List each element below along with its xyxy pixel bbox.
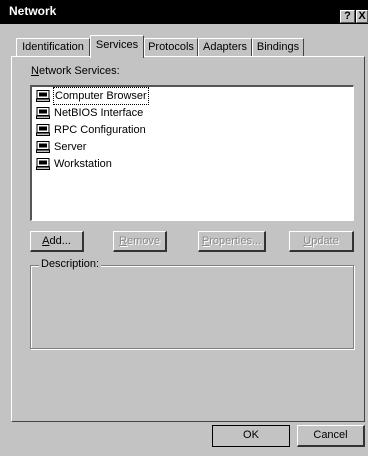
window-title: Network: [9, 4, 57, 18]
tab-identification[interactable]: Identification: [16, 38, 90, 57]
tab-bindings[interactable]: Bindings: [252, 38, 304, 57]
tab-services[interactable]: Services: [90, 35, 144, 58]
close-button[interactable]: X: [356, 10, 368, 23]
list-item-label: Workstation: [54, 158, 112, 170]
remove-mnemonic: R: [119, 235, 127, 247]
add-rest: dd...: [49, 235, 71, 247]
services-listbox[interactable]: Computer Browser NetBIOS Interface RPC C…: [30, 85, 354, 221]
properties-rest: roperties...: [209, 235, 262, 247]
list-item-label: Server: [54, 141, 87, 153]
tab-protocols[interactable]: Protocols: [144, 38, 198, 57]
description-label: Description:: [39, 258, 102, 270]
properties-button[interactable]: Properties...: [198, 231, 266, 252]
remove-rest: emove: [126, 235, 160, 247]
services-panel: Network Services: Computer Browser NetBI…: [11, 56, 365, 422]
ok-button[interactable]: OK: [212, 425, 290, 447]
help-button[interactable]: ?: [340, 10, 355, 23]
computer-service-icon: [36, 141, 50, 153]
update-mnemonic: U: [303, 235, 312, 247]
update-rest: pdate: [311, 235, 339, 247]
computer-service-icon: [36, 158, 50, 170]
list-item-label: Computer Browser: [53, 87, 149, 105]
label-mnemonic: N: [31, 65, 39, 77]
description-group: Description:: [30, 258, 354, 349]
computer-service-icon: [36, 124, 50, 136]
network-dialog: Network ? X Identification Services Prot…: [0, 0, 368, 456]
computer-service-icon: [36, 107, 50, 119]
list-item-label: NetBIOS Interface: [54, 107, 144, 119]
list-item-label: RPC Configuration: [54, 124, 146, 136]
remove-button[interactable]: Remove: [113, 231, 167, 252]
network-services-label: Network Services:: [31, 65, 120, 77]
title-bar[interactable]: Network ? X: [0, 0, 368, 24]
cancel-button[interactable]: Cancel: [297, 425, 365, 447]
tab-adapters[interactable]: Adapters: [198, 38, 252, 57]
label-rest: etwork Services:: [38, 65, 120, 77]
computer-service-icon: [36, 90, 50, 102]
add-button[interactable]: Add...: [30, 231, 84, 252]
update-button[interactable]: Update: [289, 231, 354, 252]
